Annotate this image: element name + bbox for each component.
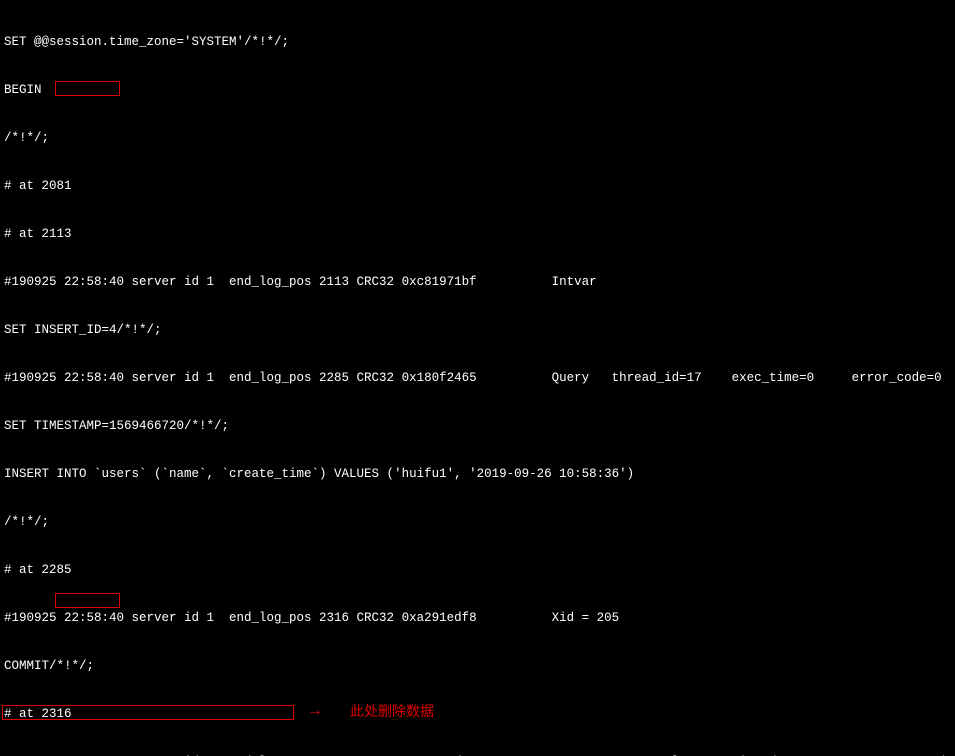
log-line: # at 2285 [4,562,951,578]
log-line: # at 2316 [4,706,951,722]
log-line: #190925 22:58:40 server id 1 end_log_pos… [4,274,951,290]
log-line: # at 2081 [4,178,951,194]
terminal-output[interactable]: SET @@session.time_zone='SYSTEM'/*!*/; B… [0,0,955,756]
log-line: COMMIT/*!*/; [4,658,951,674]
log-line: /*!*/; [4,130,951,146]
log-line: SET @@session.time_zone='SYSTEM'/*!*/; [4,34,951,50]
log-line: SET TIMESTAMP=1569466720/*!*/; [4,418,951,434]
log-line: /*!*/; [4,514,951,530]
log-line: INSERT INTO `users` (`name`, `create_tim… [4,466,951,482]
log-line: SET INSERT_ID=4/*!*/; [4,322,951,338]
arrow-icon: → [310,703,320,719]
timestamp-highlight-2 [55,593,120,608]
log-line: #190925 22:58:40 server id 1 end_log_pos… [4,370,951,386]
log-line: BEGIN [4,82,951,98]
annotation-label: 此处删除数据 [350,703,434,719]
log-line: #190925 22:58:40 server id 1 end_log_pos… [4,610,951,626]
log-line: # at 2113 [4,226,951,242]
